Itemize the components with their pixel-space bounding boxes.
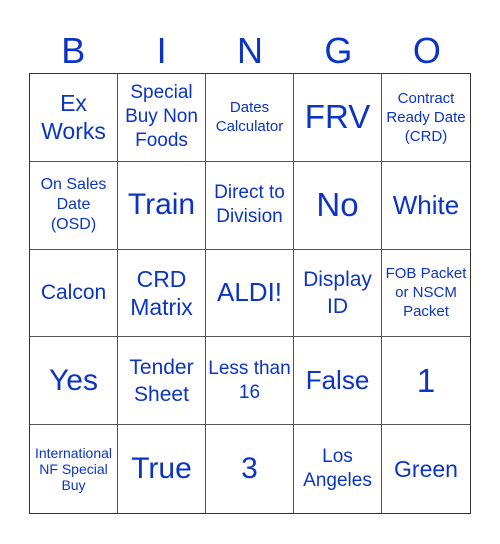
bingo-cell[interactable]: Ex Works (30, 74, 118, 162)
bingo-cell[interactable]: International NF Special Buy (30, 425, 118, 513)
bingo-cell[interactable]: FOB Packet or NSCM Packet (382, 250, 470, 338)
bingo-cell[interactable]: 1 (382, 337, 470, 426)
bingo-cell[interactable]: False (294, 337, 382, 426)
bingo-cell[interactable]: Yes (30, 337, 118, 426)
bingo-cell[interactable]: 3 (206, 425, 294, 513)
bingo-header: B I N G O (29, 28, 471, 73)
bingo-cell[interactable]: ALDI! (206, 249, 294, 338)
bingo-cell[interactable]: Less than 16 (206, 337, 294, 426)
bingo-cell[interactable]: Dates Calculator (206, 74, 294, 162)
bingo-cell[interactable]: Green (382, 425, 470, 513)
bingo-cell[interactable]: Tender Sheet (118, 337, 206, 426)
bingo-cell[interactable]: FRV (294, 74, 382, 162)
bingo-cell[interactable]: Train (118, 161, 206, 250)
bingo-cell[interactable]: True (118, 425, 206, 513)
bingo-grid: Ex Works Special Buy Non Foods Dates Cal… (29, 73, 471, 514)
bingo-cell[interactable]: On Sales Date (OSD) (30, 161, 118, 250)
bingo-cell[interactable]: Display ID (294, 249, 382, 338)
bingo-cell[interactable]: Contract Ready Date (CRD) (382, 74, 470, 162)
header-letter-o: O (412, 30, 441, 71)
bingo-cell[interactable]: No (294, 161, 382, 250)
header-letter-b: B (61, 30, 86, 71)
bingo-cell[interactable]: White (382, 162, 470, 250)
bingo-cell[interactable]: Los Angeles (294, 425, 382, 513)
bingo-cell[interactable]: Special Buy Non Foods (118, 74, 206, 162)
bingo-cell[interactable]: Calcon (30, 249, 118, 338)
header-letter-g: G (324, 30, 353, 71)
bingo-cell[interactable]: Direct to Division (206, 161, 294, 250)
header-letter-n: N (237, 30, 264, 71)
header-letter-i: I (156, 30, 167, 71)
bingo-cell[interactable]: CRD Matrix (118, 249, 206, 338)
